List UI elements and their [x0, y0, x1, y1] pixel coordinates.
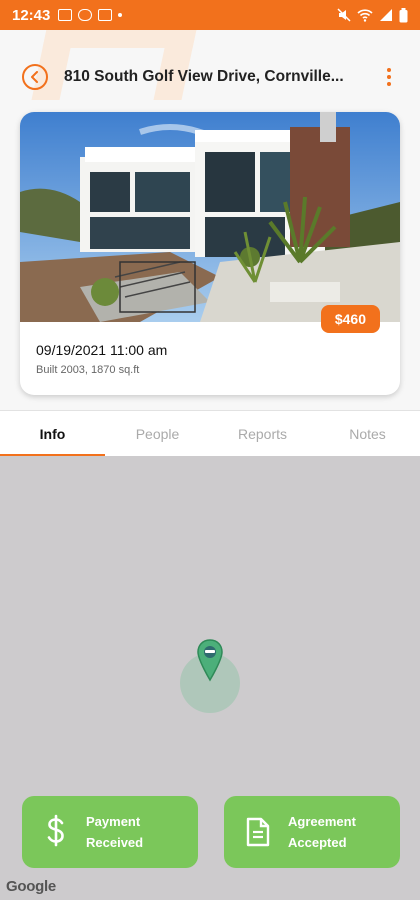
- google-attribution: Google: [6, 878, 56, 895]
- mail-icon: [98, 9, 113, 21]
- property-header: 810 South Golf View Drive, Cornville...: [0, 30, 420, 410]
- status-bar: 12:43: [0, 0, 420, 30]
- notification-icons: [58, 9, 123, 21]
- tab-reports[interactable]: Reports: [210, 411, 315, 457]
- mute-icon: [337, 8, 351, 22]
- tab-people[interactable]: People: [105, 411, 210, 457]
- agreement-label-line1: Agreement: [288, 814, 356, 829]
- payment-label-line1: Payment: [86, 814, 141, 829]
- more-options-button[interactable]: [380, 64, 398, 90]
- kebab-menu-icon: [387, 68, 391, 72]
- wifi-icon: [357, 9, 373, 22]
- tab-bar: Info People Reports Notes: [0, 410, 420, 457]
- payment-label: Payment Received: [86, 811, 143, 853]
- property-address: 810 South Golf View Drive, Cornville...: [64, 68, 344, 85]
- payment-label-line2: Received: [86, 835, 144, 850]
- map-pin-icon[interactable]: [196, 638, 224, 682]
- status-time: 12:43: [12, 6, 51, 24]
- signal-icon: [380, 9, 392, 21]
- back-button[interactable]: [22, 64, 48, 90]
- kebab-dot: [387, 75, 391, 79]
- document-icon: [234, 816, 282, 848]
- battery-icon: [399, 7, 408, 22]
- appointment-datetime: 09/19/2021 11:00 am: [36, 342, 168, 358]
- agreement-label: Agreement Accepted: [288, 811, 356, 853]
- tab-notes[interactable]: Notes: [315, 411, 420, 457]
- agreement-accepted-button[interactable]: Agreement Accepted: [224, 796, 400, 868]
- price-badge: $460: [320, 305, 380, 333]
- kebab-dot: [387, 82, 391, 86]
- payment-received-button[interactable]: Payment Received: [22, 796, 198, 868]
- system-icons: [337, 7, 408, 23]
- dollar-icon: [32, 814, 80, 850]
- agreement-label-line2: Accepted: [288, 835, 347, 850]
- messenger-icon: [78, 9, 93, 21]
- gallery-icon: [58, 9, 73, 21]
- tab-info[interactable]: Info: [0, 411, 105, 457]
- property-photo: [20, 112, 400, 322]
- property-card[interactable]: $460 09/19/2021 11:00 am Built 2003, 187…: [20, 112, 400, 395]
- chevron-left-icon: [31, 71, 38, 83]
- map-view[interactable]: Payment Received Agreement Accepted Goog…: [0, 456, 420, 900]
- top-bar: 810 South Golf View Drive, Cornville...: [22, 63, 398, 91]
- property-details: Built 2003, 1870 sq.ft: [36, 364, 140, 376]
- more-notifications-icon: [118, 13, 123, 17]
